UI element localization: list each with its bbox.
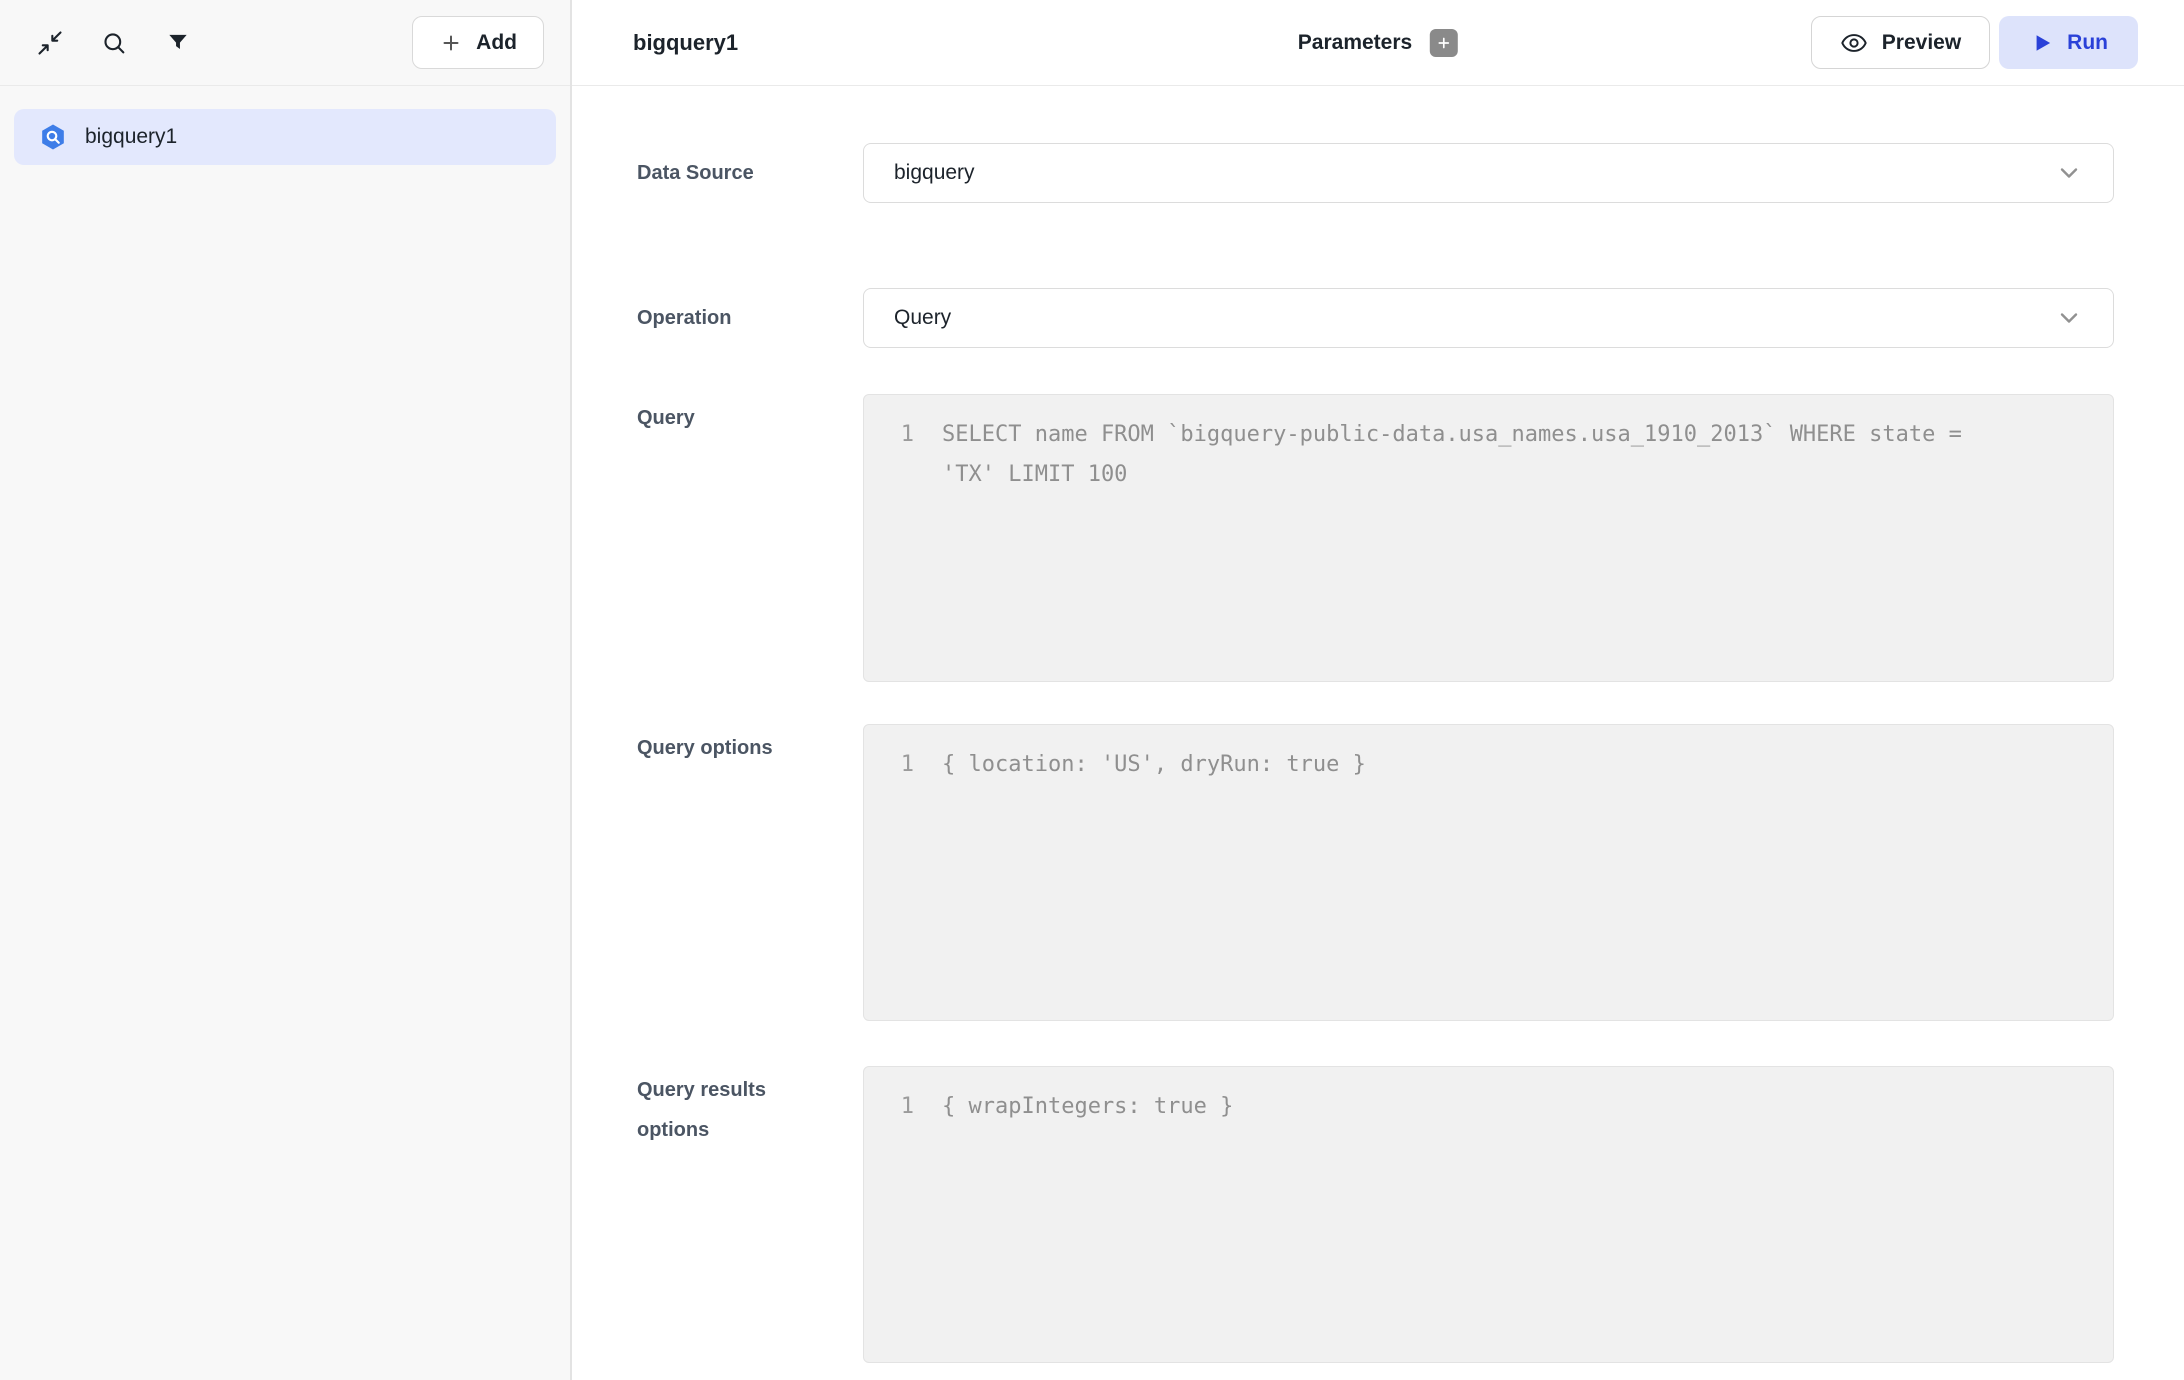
add-query-button[interactable]: Add <box>412 16 544 69</box>
query-options-label: Query options <box>637 728 807 768</box>
operation-select[interactable]: Query <box>863 288 2114 348</box>
list-item-bigquery1[interactable]: bigquery1 <box>14 109 556 165</box>
eye-icon <box>1840 29 1868 57</box>
parameters-label: Parameters <box>1298 31 1412 55</box>
preview-button[interactable]: Preview <box>1811 16 1990 69</box>
page-title: bigquery1 <box>633 30 738 56</box>
operation-value: Query <box>894 306 951 330</box>
query-options-editor[interactable]: 1 { location: 'US', dryRun: true } <box>863 724 2114 1021</box>
header-actions: Preview Run <box>1811 16 2138 69</box>
query-results-options-editor[interactable]: 1 { wrapIntegers: true } <box>863 1066 2114 1363</box>
bigquery-icon <box>38 122 68 152</box>
query-label: Query <box>637 398 807 438</box>
query-results-options-label: Query results options <box>637 1070 807 1150</box>
parameters-tab[interactable]: Parameters <box>1298 29 1458 57</box>
app-root: Add bigquery1 bigquery1 Parameters <box>0 0 2184 1380</box>
query-form: Data Source bigquery Operation Query <box>572 86 2184 1380</box>
plus-icon <box>439 31 463 55</box>
main-panel: bigquery1 Parameters <box>572 0 2184 1380</box>
query-options-placeholder-text: { location: 'US', dryRun: true } <box>942 745 2113 785</box>
data-source-label: Data Source <box>637 153 807 193</box>
collapse-panel-icon[interactable] <box>36 29 64 57</box>
chevron-down-icon <box>2055 304 2083 332</box>
list-item-label: bigquery1 <box>85 125 177 149</box>
run-button-label: Run <box>2067 31 2108 55</box>
add-parameter-button[interactable] <box>1430 29 1458 57</box>
query-options-row: Query options 1 { location: 'US', dryRun… <box>637 724 2184 1021</box>
query-list: bigquery1 <box>0 86 570 188</box>
main-header: bigquery1 Parameters <box>572 0 2184 86</box>
query-placeholder-text: SELECT name FROM `bigquery-public-data.u… <box>942 415 2113 495</box>
query-code-editor[interactable]: 1 SELECT name FROM `bigquery-public-data… <box>863 394 2114 682</box>
sidebar: Add bigquery1 <box>0 0 572 1380</box>
preview-button-label: Preview <box>1882 31 1961 55</box>
query-results-options-row: Query results options 1 { wrapIntegers: … <box>637 1066 2184 1363</box>
plus-badge-icon <box>1435 34 1453 52</box>
line-number: 1 <box>864 745 914 785</box>
filter-icon[interactable] <box>164 29 192 57</box>
data-source-row: Data Source bigquery <box>637 143 2184 203</box>
chevron-down-icon <box>2055 159 2083 187</box>
query-row: Query 1 SELECT name FROM `bigquery-publi… <box>637 394 2184 682</box>
search-icon[interactable] <box>100 29 128 57</box>
line-number: 1 <box>864 415 914 455</box>
operation-label: Operation <box>637 298 807 338</box>
data-source-value: bigquery <box>894 161 975 185</box>
data-source-select[interactable]: bigquery <box>863 143 2114 203</box>
run-button[interactable]: Run <box>1999 16 2138 69</box>
add-button-label: Add <box>476 31 517 55</box>
query-results-options-placeholder-text: { wrapIntegers: true } <box>942 1087 2113 1127</box>
line-number: 1 <box>864 1087 914 1127</box>
play-icon <box>2029 30 2055 56</box>
sidebar-toolbar: Add <box>0 0 570 86</box>
operation-row: Operation Query <box>637 288 2184 348</box>
